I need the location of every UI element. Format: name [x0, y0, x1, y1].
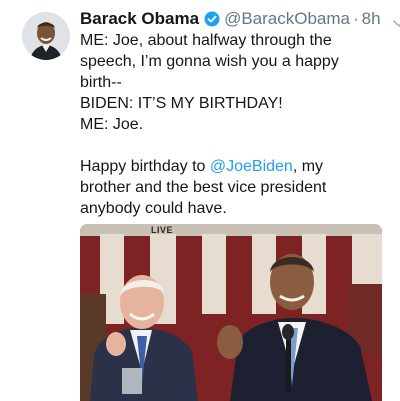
mention-link[interactable]: @JoeBiden [210, 158, 293, 175]
tweet[interactable]: Barack Obama @BarackObama · 8h ME: Joe, … [0, 0, 400, 401]
tweet-line: brother and the best vice president [80, 179, 327, 196]
media-photo [80, 224, 382, 401]
avatar[interactable] [22, 12, 70, 60]
verified-badge-icon [204, 11, 220, 27]
live-label: LIVE [151, 225, 174, 235]
tweet-line: ME: Joe, about halfway through the [80, 32, 332, 49]
closing-suffix: , my [292, 158, 324, 175]
tweet-header: Barack Obama @BarackObama · 8h [80, 8, 400, 30]
tweet-line: ME: Joe. [80, 116, 144, 133]
tweet-line: birth-- [80, 74, 122, 91]
tweet-line: BIDEN: IT’S MY BIRTHDAY! [80, 95, 283, 112]
author-name[interactable]: Barack Obama [80, 9, 199, 29]
closing-prefix: Happy birthday to [80, 158, 210, 175]
tweet-text: ME: Joe, about halfway through the speec… [80, 30, 392, 219]
tweet-line: anybody could have. [80, 200, 227, 217]
separator-dot: · [353, 9, 359, 28]
tweet-line: speech, I’m gonna wish you a happy [80, 53, 339, 70]
tweet-line: Happy birthday to @JoeBiden, my [80, 156, 392, 177]
author-handle[interactable]: @BarackObama [224, 9, 350, 29]
avatar-photo [22, 12, 70, 60]
chevron-down-icon[interactable] [392, 14, 400, 28]
tweet-timestamp[interactable]: 8h [362, 9, 381, 29]
media-image[interactable]: LIVE [80, 224, 382, 401]
